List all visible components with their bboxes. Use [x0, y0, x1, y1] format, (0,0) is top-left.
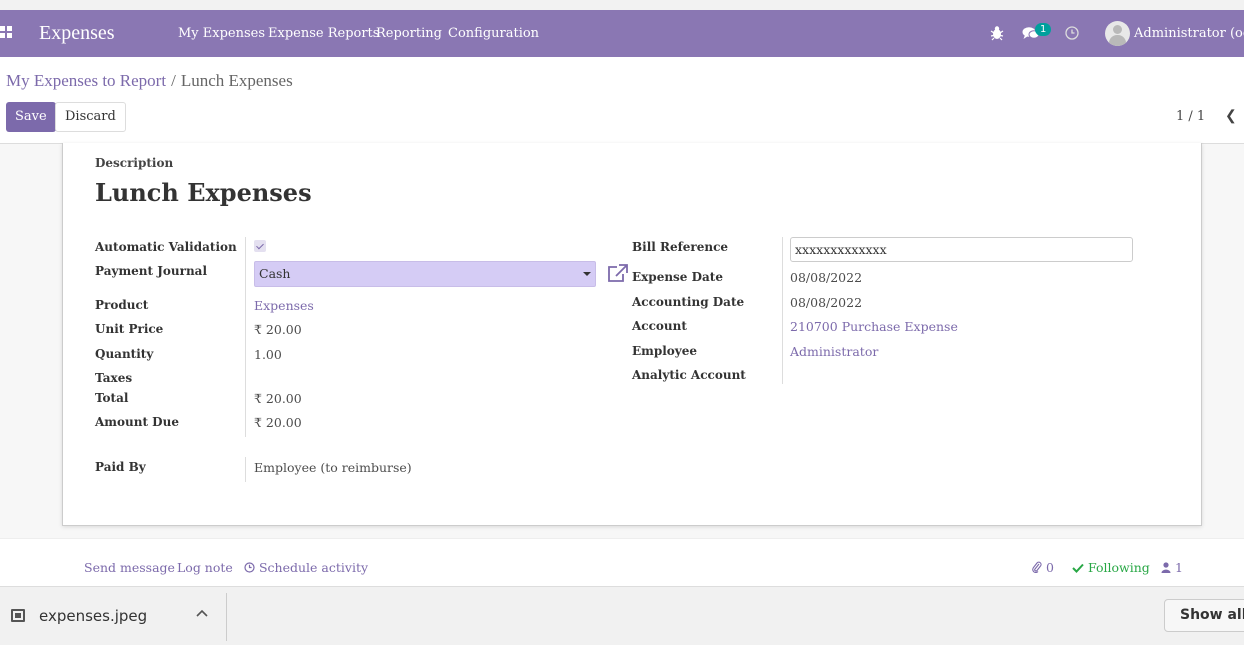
taxes-label: Taxes — [95, 371, 133, 385]
paid-by-label: Paid By — [95, 460, 146, 474]
accounting-date-value[interactable]: 08/08/2022 — [790, 295, 862, 310]
followers-count: 1 — [1174, 560, 1183, 575]
save-button[interactable]: Save — [6, 102, 56, 132]
user-menu[interactable]: Administrator (odoo- — [1134, 26, 1244, 41]
quantity-label: Quantity — [95, 347, 154, 361]
description-label: Description — [95, 156, 174, 170]
menu-configuration[interactable]: Configuration — [448, 26, 539, 41]
user-icon — [1161, 562, 1171, 573]
pager-previous-icon[interactable]: ❮ — [1225, 108, 1237, 124]
automatic-validation-checkbox[interactable] — [254, 240, 266, 252]
bill-reference-input[interactable]: xxxxxxxxxxxxx — [790, 237, 1133, 262]
right-group-divider — [782, 237, 783, 384]
quantity-value: 1.00 — [254, 347, 282, 362]
left-group-divider — [245, 237, 246, 437]
accounting-date-label: Accounting Date — [632, 295, 745, 309]
paperclip-icon — [1032, 561, 1042, 574]
image-file-icon — [11, 609, 25, 622]
chevron-down-icon — [583, 272, 591, 276]
user-avatar[interactable] — [1105, 21, 1130, 46]
expense-date-value[interactable]: 08/08/2022 — [790, 270, 862, 285]
menu-my-expenses[interactable]: My Expenses — [178, 26, 265, 41]
account-link[interactable]: 210700 Purchase Expense — [790, 319, 958, 334]
schedule-activity-label: Schedule activity — [258, 560, 369, 575]
browser-top-strip — [0, 0, 1244, 10]
amount-due-value: ₹ 20.00 — [254, 415, 302, 430]
attachments-count: 0 — [1045, 560, 1054, 575]
breadcrumb-separator: / — [171, 71, 176, 90]
unit-price-value: ₹ 20.00 — [254, 322, 302, 337]
external-link-icon[interactable] — [606, 264, 628, 284]
employee-link[interactable]: Administrator — [790, 344, 878, 359]
log-note-button[interactable]: Log note — [177, 560, 233, 575]
app-brand[interactable]: Expenses — [39, 22, 115, 45]
breadcrumb-current: Lunch Expenses — [180, 71, 293, 90]
payment-journal-label: Payment Journal — [95, 264, 208, 278]
download-separator — [226, 593, 227, 641]
show-all-button[interactable]: Show all — [1164, 599, 1244, 632]
paid-by-divider — [245, 457, 246, 482]
payment-journal-value: Cash — [259, 266, 291, 281]
bill-reference-label: Bill Reference — [632, 240, 729, 254]
clock-icon — [244, 562, 255, 573]
payment-journal-select[interactable]: Cash — [254, 261, 596, 287]
expense-date-label: Expense Date — [632, 270, 723, 284]
menu-expense-reports[interactable]: Expense Reports — [268, 26, 379, 41]
unit-price-label: Unit Price — [95, 322, 164, 336]
following-button[interactable]: Following — [1072, 560, 1150, 575]
account-label: Account — [632, 319, 687, 333]
app-menu-icon[interactable] — [0, 26, 14, 40]
total-label: Total — [95, 391, 129, 405]
description-title[interactable]: Lunch Expenses — [95, 178, 312, 207]
download-file-name[interactable]: expenses.jpeg — [39, 607, 147, 625]
breadcrumb: My Expenses to Report / Lunch Expenses — [6, 71, 293, 91]
total-value: ₹ 20.00 — [254, 391, 302, 406]
product-link[interactable]: Expenses — [254, 298, 314, 313]
amount-due-label: Amount Due — [95, 415, 179, 429]
followers-button[interactable]: 1 — [1161, 560, 1183, 575]
download-bar — [0, 586, 1244, 645]
chevron-up-icon[interactable] — [196, 608, 208, 618]
product-label: Product — [95, 298, 149, 312]
attachments-button[interactable]: 0 — [1032, 560, 1054, 575]
message-count-badge: 1 — [1035, 23, 1052, 36]
automatic-validation-label: Automatic Validation — [95, 240, 237, 254]
send-message-button[interactable]: Send message — [84, 560, 175, 575]
breadcrumb-parent-link[interactable]: My Expenses to Report — [6, 71, 166, 90]
check-icon — [1072, 563, 1084, 573]
menu-reporting[interactable]: Reporting — [376, 26, 442, 41]
pager-counter[interactable]: 1 / 1 — [1176, 109, 1205, 124]
schedule-activity-button[interactable]: Schedule activity — [244, 560, 368, 575]
top-navbar: Expenses My Expenses Expense Reports Rep… — [0, 10, 1244, 57]
employee-label: Employee — [632, 344, 698, 358]
clock-icon[interactable] — [1065, 26, 1079, 40]
paid-by-value: Employee (to reimburse) — [254, 460, 412, 475]
bug-icon[interactable] — [990, 25, 1004, 41]
analytic-account-label: Analytic Account — [632, 368, 746, 382]
discard-button[interactable]: Discard — [55, 102, 126, 132]
following-label: Following — [1087, 560, 1150, 575]
